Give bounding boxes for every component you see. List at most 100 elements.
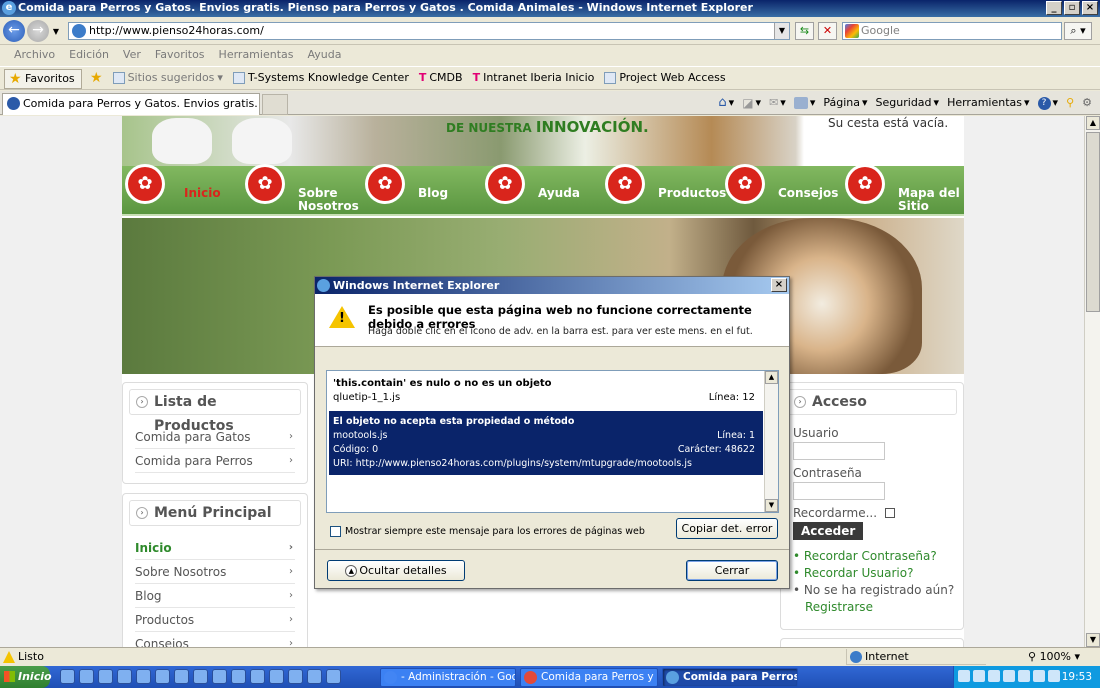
task-google[interactable]: - Administración - Google... xyxy=(380,668,516,687)
fav-link-suggested[interactable]: Sitios sugeridos ▾ xyxy=(112,67,223,89)
nav-inicio[interactable]: ✿ Inicio xyxy=(128,166,221,216)
main-menu-consejos[interactable]: Consejos › xyxy=(135,632,295,647)
hide-details-button[interactable]: ▲ Ocultar detalles xyxy=(327,560,465,581)
addon-button[interactable]: ⚙ xyxy=(1082,93,1092,113)
back-button[interactable]: ← xyxy=(3,20,25,42)
security-menu[interactable]: Seguridad ▾ xyxy=(876,93,940,113)
fav-link-tsystems[interactable]: T-Systems Knowledge Center xyxy=(232,67,409,89)
tray-icon[interactable] xyxy=(1003,670,1015,682)
menu-edicion[interactable]: Edición xyxy=(69,46,109,64)
address-dropdown-icon[interactable]: ▼ xyxy=(774,23,789,39)
main-menu-sobre-nosotros[interactable]: Sobre Nosotros › xyxy=(135,560,295,584)
main-menu-inicio[interactable]: Inicio › xyxy=(135,536,295,560)
menu-archivo[interactable]: Archivo xyxy=(14,46,55,64)
app-quicklaunch-icon[interactable] xyxy=(174,669,189,684)
help-button[interactable]: ? ▾ xyxy=(1037,93,1058,113)
nav-consejos[interactable]: ✿ Consejos xyxy=(728,166,838,216)
tray-icon[interactable] xyxy=(988,670,1000,682)
always-show-checkbox[interactable] xyxy=(330,526,341,537)
tray-icon[interactable] xyxy=(1033,670,1045,682)
scroll-thumb[interactable] xyxy=(1086,132,1100,312)
remember-checkbox[interactable] xyxy=(885,508,896,518)
app-quicklaunch-icon[interactable] xyxy=(136,669,151,684)
page-scrollbar[interactable]: ▲ ▼ xyxy=(1084,116,1100,647)
fav-link-intranet[interactable]: T Intranet Iberia Inicio xyxy=(473,67,595,89)
scroll-down-icon[interactable]: ▼ xyxy=(1086,633,1100,647)
forgot-user-link[interactable]: • Recordar Usuario? xyxy=(793,565,954,582)
stop-button[interactable]: ✕ xyxy=(818,22,837,40)
scroll-down-icon[interactable]: ▼ xyxy=(765,499,778,512)
tray-icon[interactable] xyxy=(958,670,970,682)
tray-icon[interactable] xyxy=(973,670,985,682)
copy-details-button[interactable]: Copiar det. error xyxy=(676,518,778,539)
favorites-button[interactable]: ★ Favoritos xyxy=(4,69,82,89)
scroll-up-icon[interactable]: ▲ xyxy=(1086,116,1100,130)
scroll-up-icon[interactable]: ▲ xyxy=(765,371,778,384)
error-list-scrollbar[interactable]: ▲ ▼ xyxy=(764,371,778,512)
error-list[interactable]: 'this.contain' es nulo o no es un objeto… xyxy=(326,370,779,513)
app-quicklaunch-icon[interactable] xyxy=(98,669,113,684)
print-button[interactable]: ▾ xyxy=(793,93,815,113)
history-dropdown-icon[interactable]: ▼ xyxy=(50,24,62,38)
tools-menu[interactable]: Herramientas ▾ xyxy=(947,93,1029,113)
login-button[interactable]: Acceder xyxy=(793,522,864,540)
ie-quicklaunch-icon[interactable] xyxy=(60,669,75,684)
maximize-button[interactable]: ▫ xyxy=(1064,1,1080,15)
main-menu-blog[interactable]: Blog › xyxy=(135,584,295,608)
close-window-button[interactable]: × xyxy=(1082,1,1098,15)
app-quicklaunch-icon[interactable] xyxy=(269,669,284,684)
menu-ayuda[interactable]: Ayuda xyxy=(307,46,341,64)
app-quicklaunch-icon[interactable] xyxy=(117,669,132,684)
page-menu[interactable]: Página ▾ xyxy=(823,93,867,113)
register-link[interactable]: Registrarse xyxy=(793,599,954,616)
app-quicklaunch-icon[interactable] xyxy=(288,669,303,684)
tab-active[interactable]: Comida para Perros y Gatos. Envios grati… xyxy=(2,93,260,115)
task-ie-active[interactable]: Comida para Perros y... xyxy=(662,668,798,687)
app-quicklaunch-icon[interactable] xyxy=(79,669,94,684)
nav-mapa-del-sitio[interactable]: ✿ Mapa del Sitio xyxy=(848,166,960,216)
research-button[interactable]: ⚲ xyxy=(1066,93,1074,113)
minimize-button[interactable]: _ xyxy=(1046,1,1062,15)
address-input[interactable]: http://www.pienso24horas.com/ ▼ xyxy=(68,22,790,40)
refresh-button[interactable]: ⇆ xyxy=(795,22,814,40)
home-button[interactable]: ⌂ ▾ xyxy=(718,93,734,113)
mail-button[interactable]: ✉ ▾ xyxy=(769,93,786,113)
error-item[interactable]: 'this.contain' es nulo o no es un objeto… xyxy=(329,373,763,409)
word-quicklaunch-icon[interactable] xyxy=(326,669,341,684)
start-button[interactable]: Inicio xyxy=(0,666,52,688)
tray-icon[interactable] xyxy=(1018,670,1030,682)
menu-ver[interactable]: Ver xyxy=(123,46,141,64)
app-quicklaunch-icon[interactable] xyxy=(193,669,208,684)
menu-favoritos[interactable]: Favoritos xyxy=(155,46,205,64)
search-button[interactable]: ⌕ ▾ xyxy=(1064,22,1092,40)
product-link-perros[interactable]: Comida para Perros › xyxy=(135,449,295,473)
app-quicklaunch-icon[interactable] xyxy=(307,669,322,684)
close-button[interactable]: Cerrar xyxy=(686,560,778,581)
task-firefox[interactable]: Comida para Perros y Ga... xyxy=(520,668,658,687)
zoom-control[interactable]: ⚲ 100% ▾ xyxy=(1028,648,1080,666)
add-favorite-icon[interactable]: ★ xyxy=(90,67,103,89)
firefox-quicklaunch-icon[interactable] xyxy=(250,669,265,684)
chrome-quicklaunch-icon[interactable] xyxy=(212,669,227,684)
forgot-password-link[interactable]: • Recordar Contraseña? xyxy=(793,548,954,565)
fav-link-project[interactable]: Project Web Access xyxy=(604,67,726,89)
warning-icon[interactable] xyxy=(3,651,15,663)
new-tab-button[interactable] xyxy=(262,94,288,115)
app-quicklaunch-icon[interactable] xyxy=(231,669,246,684)
main-menu-productos[interactable]: Productos › xyxy=(135,608,295,632)
nav-blog[interactable]: ✿ Blog xyxy=(368,166,448,216)
search-input[interactable]: Google xyxy=(842,22,1062,40)
dialog-close-icon[interactable]: × xyxy=(771,278,787,292)
nav-ayuda[interactable]: ✿ Ayuda xyxy=(488,166,580,216)
tray-icon[interactable] xyxy=(1048,670,1060,682)
nav-productos[interactable]: ✿ Productos xyxy=(608,166,726,216)
app-quicklaunch-icon[interactable] xyxy=(155,669,170,684)
fav-link-cmdb[interactable]: T CMDB xyxy=(419,67,463,89)
forward-button[interactable]: → xyxy=(27,20,49,42)
menu-herramientas[interactable]: Herramientas xyxy=(219,46,294,64)
username-input[interactable] xyxy=(793,442,885,460)
nav-sobre-nosotros[interactable]: ✿ Sobre Nosotros xyxy=(248,166,359,216)
password-input[interactable] xyxy=(793,482,885,500)
product-link-gatos[interactable]: Comida para Gatos › xyxy=(135,425,295,449)
feeds-button[interactable]: ◪ ▾ xyxy=(742,93,761,113)
